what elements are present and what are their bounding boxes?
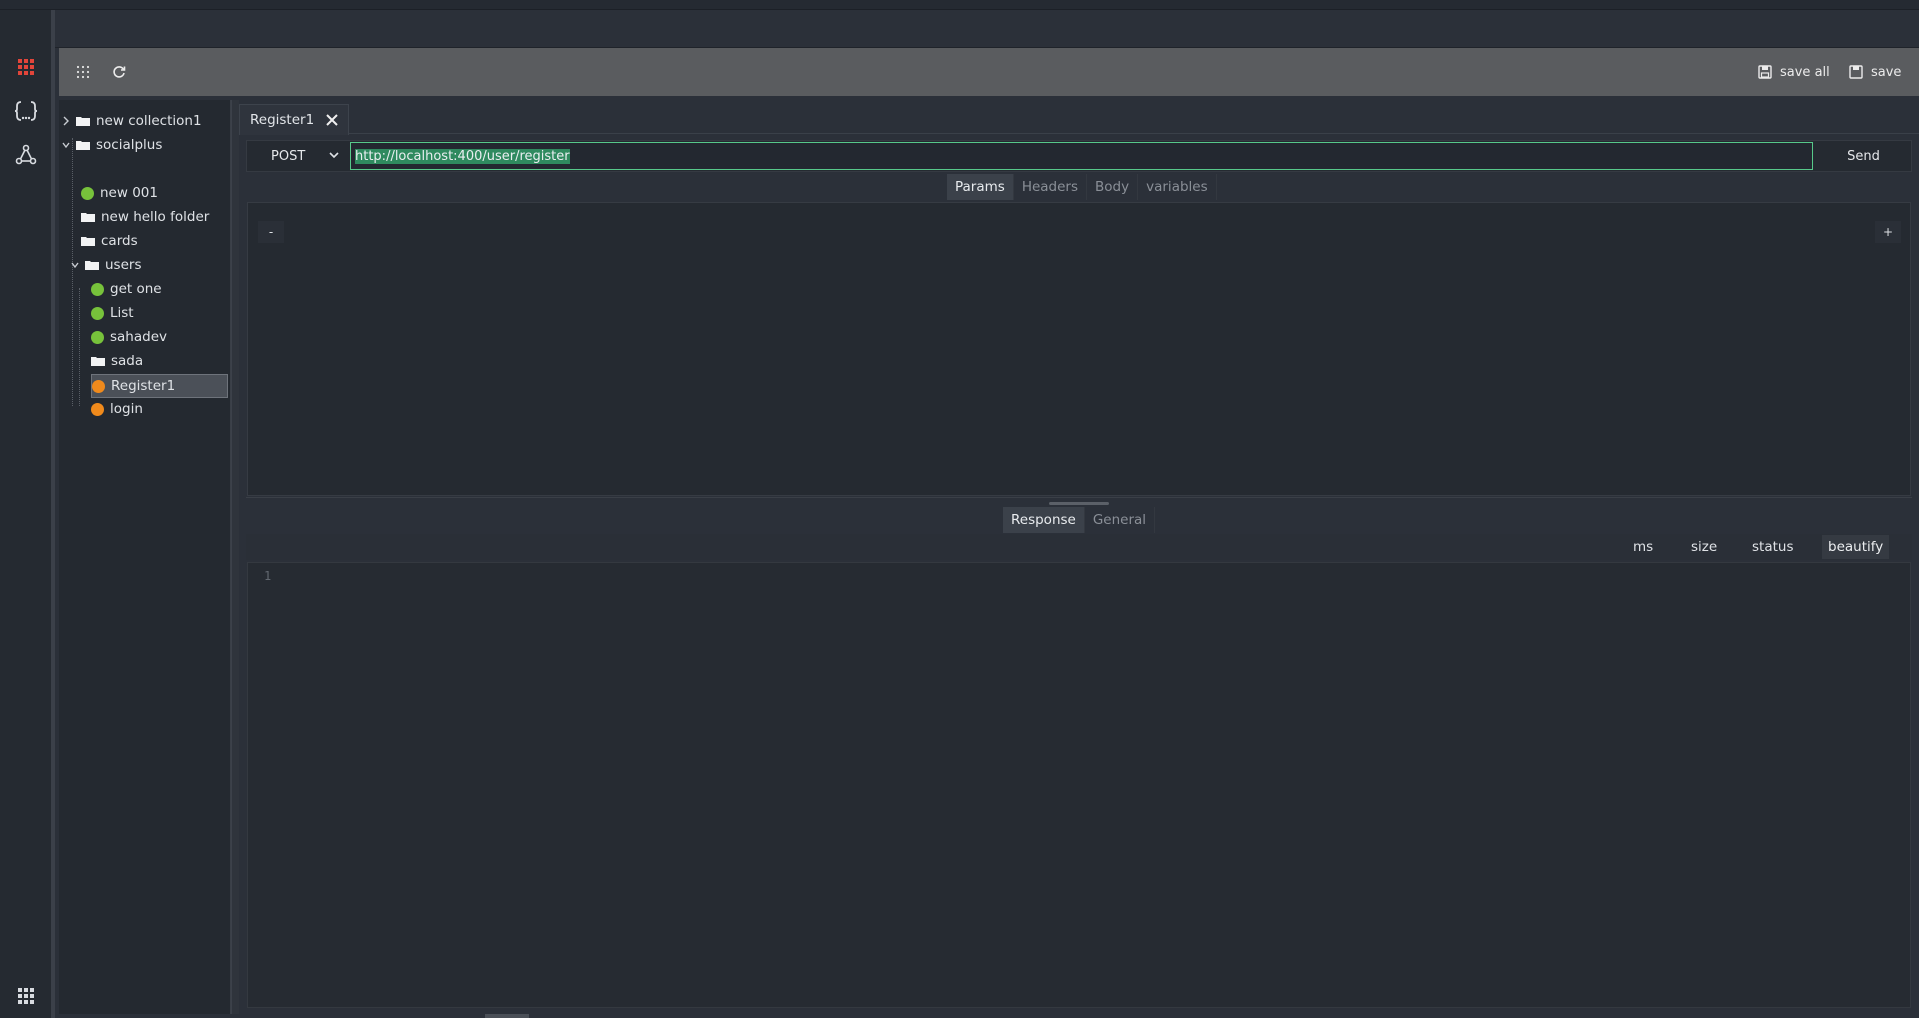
tree-item-label: users (105, 257, 142, 273)
tree-item-label: new 001 (100, 185, 158, 201)
braces-icon[interactable] (12, 97, 40, 125)
grid-icon[interactable] (12, 53, 40, 81)
tree-item-login[interactable]: login (91, 398, 143, 420)
dots-grid-icon (76, 65, 90, 79)
save-label: save (1871, 64, 1902, 80)
tree-item-sada[interactable]: sada (91, 350, 143, 372)
send-button[interactable]: Send (1815, 141, 1912, 171)
chevron-down-icon (329, 151, 339, 159)
tree-item-sahadev[interactable]: sahadev (91, 326, 167, 348)
folder-icon (76, 141, 90, 150)
chevron-down-icon[interactable] (71, 260, 79, 270)
split-drag-handle[interactable] (1049, 502, 1109, 505)
network-icon[interactable] (12, 141, 40, 169)
response-time: ms (1633, 539, 1654, 555)
sidebar-resize-handle[interactable] (231, 100, 239, 1014)
tree-item-label: sada (111, 353, 144, 369)
remove-param-button[interactable]: - (258, 221, 284, 243)
close-icon[interactable] (326, 114, 338, 126)
save-all-button[interactable]: save all (1758, 48, 1830, 96)
response-editor[interactable]: 1 (247, 562, 1911, 1008)
response-toolbar: ms size status beautify (246, 534, 1912, 560)
tab-variables[interactable]: variables (1138, 174, 1217, 200)
refresh-button[interactable] (112, 48, 126, 96)
tree-item-socialplus[interactable]: socialplus (62, 134, 162, 156)
status-dot-icon (92, 379, 105, 393)
tree-item-register1[interactable]: Register1 (91, 374, 228, 398)
panel-separator (246, 497, 1912, 498)
beautify-button[interactable]: beautify (1822, 535, 1890, 559)
save-all-icon (1758, 65, 1772, 79)
tree-item-get-one[interactable]: get one (91, 278, 162, 300)
tab-general[interactable]: General (1085, 507, 1156, 533)
collections-sidebar: new collection1 socialplus new 001 new h… (59, 100, 231, 1014)
status-dot-icon (91, 330, 104, 344)
folder-icon (76, 117, 90, 126)
tree-item-label: new hello folder (101, 209, 210, 225)
tree-item-label: new collection1 (96, 113, 202, 129)
tree-item-label: cards (101, 233, 138, 249)
tab-register1[interactable]: Register1 (239, 104, 350, 135)
folder-icon (85, 261, 99, 270)
tree-item-label: List (110, 305, 134, 321)
tree-item-label: socialplus (96, 137, 163, 153)
tree-item-list[interactable]: List (91, 302, 134, 324)
save-icon (1849, 65, 1863, 79)
method-select[interactable]: POST (247, 141, 349, 171)
chevron-down-icon[interactable] (62, 140, 70, 150)
line-number: 1 (264, 569, 272, 583)
request-url-bar: POST Send (246, 140, 1912, 172)
main-toolbar: save all save (59, 48, 1919, 96)
response-status: status (1752, 539, 1794, 555)
method-label: POST (271, 148, 306, 164)
tree-item-cards[interactable]: cards (81, 230, 138, 252)
tab-response[interactable]: Response (1003, 507, 1085, 533)
tree-item-label: sahadev (110, 329, 167, 345)
apps-icon[interactable] (12, 982, 40, 1010)
title-bar (55, 10, 1919, 48)
save-all-label: save all (1780, 64, 1830, 80)
url-input[interactable] (350, 142, 1813, 170)
refresh-icon (112, 65, 126, 79)
tab-headers[interactable]: Headers (1014, 174, 1088, 200)
tree-item-new-collection1[interactable]: new collection1 (62, 110, 202, 132)
tree-item-label: login (110, 401, 143, 417)
document-tabs: Register1 (239, 104, 1919, 135)
tree-item-label: get one (110, 281, 162, 297)
horizontal-scrollbar[interactable] (485, 1014, 529, 1018)
window-top-bar (0, 0, 1919, 10)
status-dot-icon (91, 306, 104, 320)
folder-icon (91, 357, 105, 366)
chevron-right-icon[interactable] (62, 116, 70, 126)
tree-item-new-hello-folder[interactable]: new hello folder (81, 206, 209, 228)
tree-item-label: Register1 (111, 378, 176, 394)
save-button[interactable]: save (1849, 48, 1901, 96)
status-dot-icon (91, 402, 104, 416)
response-tabs: Response General (1003, 507, 1156, 533)
tab-body[interactable]: Body (1087, 174, 1139, 200)
status-dot-icon (91, 282, 104, 296)
response-size: size (1691, 539, 1718, 555)
activity-rail (0, 10, 55, 1018)
add-param-button[interactable]: + (1875, 221, 1901, 243)
request-tabs: Params Headers Body variables (947, 174, 1217, 200)
folder-icon (81, 213, 95, 222)
status-dot-icon (81, 186, 94, 200)
layout-grid-button[interactable] (76, 48, 90, 96)
tree-item-users[interactable]: users (71, 254, 141, 276)
params-panel: - + (247, 202, 1911, 496)
tree-item-new-001[interactable]: new 001 (81, 182, 158, 204)
folder-icon (81, 237, 95, 246)
tab-label: Register1 (250, 112, 315, 128)
tab-params[interactable]: Params (947, 174, 1014, 200)
